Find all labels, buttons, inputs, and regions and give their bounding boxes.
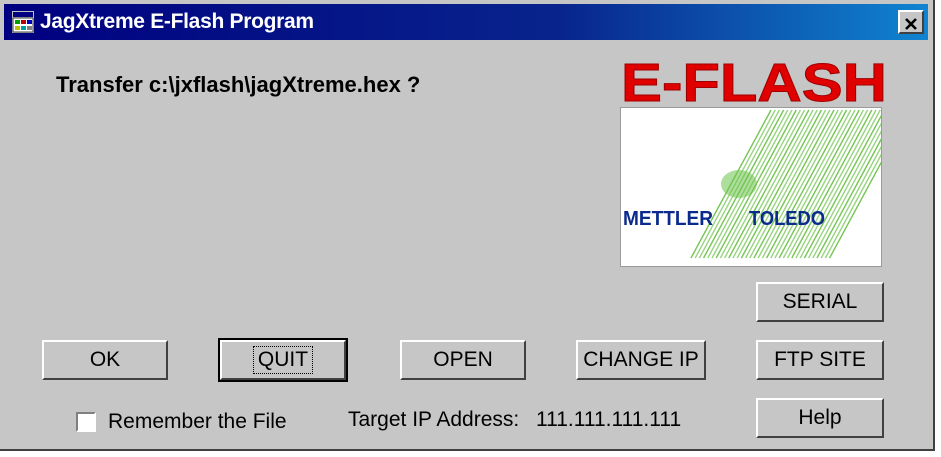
window-title: JagXtreme E-Flash Program: [40, 10, 314, 33]
brand-right-text: TOLEDO: [749, 208, 825, 230]
close-button[interactable]: [898, 10, 924, 34]
diagonal-stripes: [690, 109, 911, 259]
quit-button[interactable]: QUIT: [218, 338, 348, 382]
brand-left-text: METTLER: [623, 208, 714, 230]
remember-file-checkbox[interactable]: [76, 412, 96, 432]
target-ip-value: 111.111.111.111: [536, 408, 682, 431]
eflash-heading-text: E-FLASH: [621, 53, 887, 108]
serial-button[interactable]: SERIAL: [756, 282, 884, 322]
quit-button-label: QUIT: [252, 346, 314, 374]
close-icon: [905, 17, 917, 30]
mettler-toledo-logo: METTLER TOLEDO: [620, 107, 911, 267]
eflash-dialog: JagXtreme E-Flash Program Transfer c:\jx…: [0, 0, 935, 451]
ok-button[interactable]: OK: [42, 340, 168, 380]
transfer-prompt: Transfer c:\jxflash\jagXtreme.hex ?: [56, 72, 421, 97]
eflash-logo-heading: E-FLASH: [621, 53, 888, 109]
app-icon: [12, 11, 34, 33]
change-ip-button[interactable]: CHANGE IP: [576, 340, 706, 380]
logo-graphic: METTLER TOLEDO: [623, 109, 911, 259]
remember-file-label: Remember the File: [108, 410, 287, 433]
target-ip-label: Target IP Address:: [348, 408, 520, 431]
open-button[interactable]: OPEN: [400, 340, 526, 380]
title-bar: JagXtreme E-Flash Program: [4, 4, 928, 40]
ftp-site-button[interactable]: FTP SITE: [756, 340, 884, 380]
help-button[interactable]: Help: [756, 398, 884, 438]
